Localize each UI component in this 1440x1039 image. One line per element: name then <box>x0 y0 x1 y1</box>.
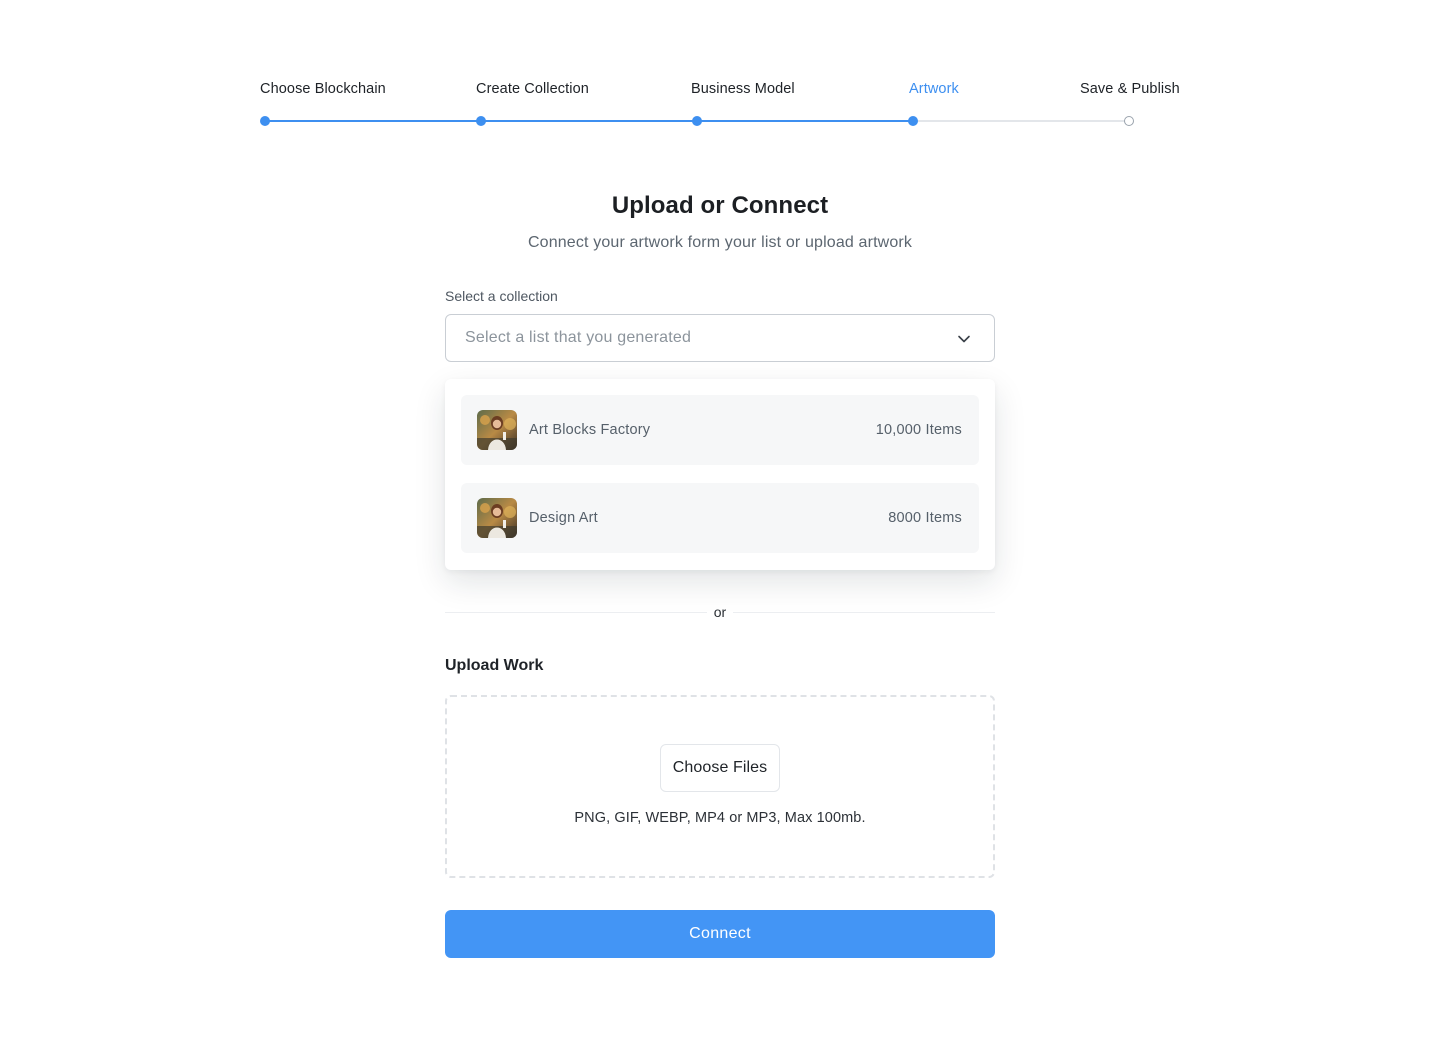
page-title: Upload or Connect <box>611 192 829 219</box>
collection-option-name: Design Art <box>529 510 598 526</box>
chevron-down-icon <box>958 335 970 343</box>
step-dot-create-collection <box>476 116 486 126</box>
collection-option-name: Art Blocks Factory <box>529 422 651 438</box>
collection-thumbnail <box>477 410 517 450</box>
step-business-model[interactable]: Business Model <box>691 81 795 97</box>
step-save-publish[interactable]: Save & Publish <box>1080 81 1180 97</box>
step-dot-save-publish <box>1124 116 1134 126</box>
collection-select-label: Select a collection <box>445 288 558 304</box>
step-choose-blockchain[interactable]: Choose Blockchain <box>260 81 386 97</box>
step-artwork[interactable]: Artwork <box>909 81 959 97</box>
collection-option-count: 8000 Items <box>888 510 962 526</box>
upload-work-heading: Upload Work <box>445 657 544 674</box>
nft-create-page: Choose Blockchain Create Collection Busi… <box>0 0 1440 1039</box>
collection-dropdown: Art Blocks Factory 10,000 Items Design A… <box>445 379 995 570</box>
divider-or-text: or <box>713 604 727 620</box>
step-dot-choose-blockchain <box>260 116 270 126</box>
stepper-progress-track <box>265 120 913 122</box>
collection-select-placeholder: Select a list that you generated <box>465 329 692 346</box>
step-dot-business-model <box>692 116 702 126</box>
file-format-hint: PNG, GIF, WEBP, MP4 or MP3, Max 100mb. <box>574 810 866 826</box>
choose-files-button[interactable]: Choose Files <box>660 744 780 792</box>
collection-option-art-blocks-factory[interactable]: Art Blocks Factory 10,000 Items <box>461 395 979 465</box>
stepper-remaining-track <box>913 120 1129 122</box>
collection-option-count: 10,000 Items <box>875 422 962 438</box>
collection-select[interactable]: Select a list that you generated <box>445 314 995 362</box>
step-create-collection[interactable]: Create Collection <box>476 81 589 97</box>
page-subtitle: Connect your artwork form your list or u… <box>527 234 913 251</box>
connect-button[interactable]: Connect <box>445 910 995 958</box>
step-dot-artwork <box>908 116 918 126</box>
collection-thumbnail <box>477 498 517 538</box>
collection-option-design-art[interactable]: Design Art 8000 Items <box>461 483 979 553</box>
